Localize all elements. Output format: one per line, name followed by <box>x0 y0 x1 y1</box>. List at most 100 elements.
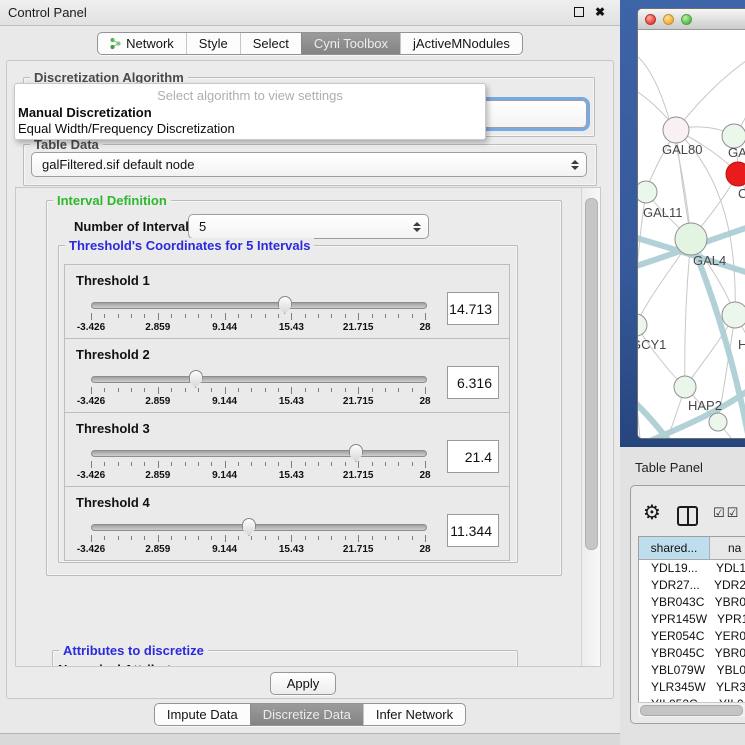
number-of-intervals-value: 5 <box>199 219 206 234</box>
threshold-value-field[interactable]: 21.4 <box>447 440 499 473</box>
network-node[interactable] <box>674 376 696 398</box>
tick-label: 9.144 <box>212 544 237 555</box>
node-table[interactable]: shared... na YDL19...YDL1YDR27...YDR2YBR… <box>638 536 745 704</box>
threshold-slider[interactable] <box>91 376 427 383</box>
zoom-traffic-light[interactable] <box>681 14 692 25</box>
threshold-slider[interactable] <box>91 524 427 531</box>
column-header-shared-name[interactable]: shared... <box>639 537 710 559</box>
control-panel-titlebar[interactable]: Control Panel ✖ <box>0 0 620 26</box>
float-window-icon[interactable] <box>574 7 584 17</box>
table-row[interactable]: YBR043CYBR0 <box>639 594 745 611</box>
algorithm-dropdown-popup: Select algorithm to view settings Manual… <box>14 83 486 140</box>
tick-mark <box>425 387 426 394</box>
node-label: HAP2 <box>688 398 722 413</box>
horizontal-scrollbar[interactable] <box>638 702 745 717</box>
threshold-value-field[interactable]: 6.316 <box>447 366 499 399</box>
table-cell[interactable]: YER0 <box>705 628 745 645</box>
column-header-name[interactable]: na <box>710 537 745 559</box>
table-row[interactable]: YLR345WYLR3 <box>639 679 745 696</box>
table-cell[interactable]: YBR043C <box>639 594 705 611</box>
tick-mark <box>91 461 92 468</box>
tick-mark <box>185 536 186 540</box>
gear-icon[interactable]: ⚙ <box>643 500 661 524</box>
tick-mark <box>225 387 226 394</box>
table-cell[interactable]: YLR345W <box>639 679 706 696</box>
table-cell[interactable]: YDL1 <box>706 560 745 577</box>
vertical-scrollbar[interactable] <box>581 188 600 666</box>
slider-thumb[interactable] <box>242 518 256 536</box>
table-cell[interactable]: YPR145W <box>639 611 707 628</box>
tab-network[interactable]: Network <box>98 33 186 54</box>
table-row[interactable]: YPR145WYPR1 <box>639 611 745 628</box>
tick-mark <box>265 314 266 318</box>
network-node[interactable] <box>638 181 657 203</box>
tab-select[interactable]: Select <box>240 33 301 54</box>
dropdown-option[interactable]: Manual Discretization <box>15 105 485 121</box>
tick-mark <box>265 388 266 392</box>
network-node[interactable] <box>722 302 745 328</box>
tick-mark <box>318 536 319 540</box>
slider-ticks <box>91 535 425 544</box>
table-cell[interactable]: YBR0 <box>705 594 745 611</box>
network-node[interactable] <box>638 314 647 336</box>
tab-discretize-data[interactable]: Discretize Data <box>250 704 363 725</box>
slider-ticks <box>91 313 425 322</box>
table-cell[interactable]: YBL079W <box>639 662 707 679</box>
network-node[interactable] <box>675 223 707 255</box>
table-row[interactable]: YER054CYER0 <box>639 628 745 645</box>
close-traffic-light[interactable] <box>645 14 656 25</box>
split-columns-icon[interactable] <box>677 506 698 526</box>
network-window-titlebar[interactable] <box>638 9 745 30</box>
minimize-traffic-light[interactable] <box>663 14 674 25</box>
apply-button[interactable]: Apply <box>270 672 336 695</box>
tab-infer-network[interactable]: Infer Network <box>363 704 465 725</box>
tick-mark <box>211 314 212 318</box>
dropdown-option[interactable]: Equal Width/Frequency Discretization <box>15 121 485 137</box>
scrollbar-thumb[interactable] <box>640 705 743 716</box>
table-cell[interactable]: YBR045C <box>639 645 705 662</box>
table-cell[interactable]: YDR27... <box>639 577 704 594</box>
table-cell[interactable]: YLR3 <box>706 679 745 696</box>
table-row[interactable]: YBL079WYBL0 <box>639 662 745 679</box>
threshold-slider[interactable] <box>91 302 427 309</box>
tick-mark <box>118 462 119 466</box>
table-data-combobox[interactable]: galFiltered.sif default node <box>31 152 587 177</box>
table-data-value: galFiltered.sif default node <box>42 157 194 172</box>
threshold-slider[interactable] <box>91 450 427 457</box>
table-cell[interactable]: YPR1 <box>707 611 745 628</box>
node-label: H <box>738 337 745 352</box>
tick-mark <box>144 536 145 540</box>
threshold-label: Threshold 4 <box>76 495 150 510</box>
threshold-value-field[interactable]: 11.344 <box>447 514 499 547</box>
network-canvas[interactable]: GAL80GACGAL11GAL4GCY1HHAP2 <box>638 30 745 438</box>
table-cell[interactable]: YDL19... <box>639 560 706 577</box>
table-row[interactable]: YDL19...YDL1 <box>639 560 745 577</box>
table-row[interactable]: YDR27...YDR2 <box>639 577 745 594</box>
table-cell[interactable]: YER054C <box>639 628 705 645</box>
node-label: GAL80 <box>662 142 702 157</box>
table-cell[interactable]: YBL0 <box>707 662 745 679</box>
network-node[interactable] <box>726 162 745 186</box>
table-cell[interactable]: YBR0 <box>705 645 745 662</box>
number-of-intervals-combobox[interactable]: 5 <box>188 214 429 239</box>
tab-label: Network <box>126 36 174 51</box>
tab-jactivemnodules[interactable]: jActiveMNodules <box>400 33 522 54</box>
tab-impute-data[interactable]: Impute Data <box>155 704 250 725</box>
threshold-value-field[interactable]: 14.713 <box>447 292 499 325</box>
network-node[interactable] <box>663 117 689 143</box>
slider-thumb[interactable] <box>278 296 292 314</box>
tab-style[interactable]: Style <box>186 33 240 54</box>
slider-thumb[interactable] <box>189 370 203 388</box>
checkbox-icons[interactable]: ☑☑ <box>713 506 740 521</box>
network-node[interactable] <box>709 413 727 431</box>
slider-thumb[interactable] <box>349 444 363 462</box>
close-icon[interactable]: ✖ <box>595 7 605 17</box>
tick-label: 21.715 <box>343 322 374 333</box>
tab-cyni-toolbox[interactable]: Cyni Toolbox <box>301 33 400 54</box>
tick-mark <box>198 536 199 540</box>
tick-mark <box>104 388 105 392</box>
threshold-label: Threshold 2 <box>76 347 150 362</box>
scrollbar-thumb[interactable] <box>585 198 598 550</box>
table-cell[interactable]: YDR2 <box>704 577 745 594</box>
table-row[interactable]: YBR045CYBR0 <box>639 645 745 662</box>
